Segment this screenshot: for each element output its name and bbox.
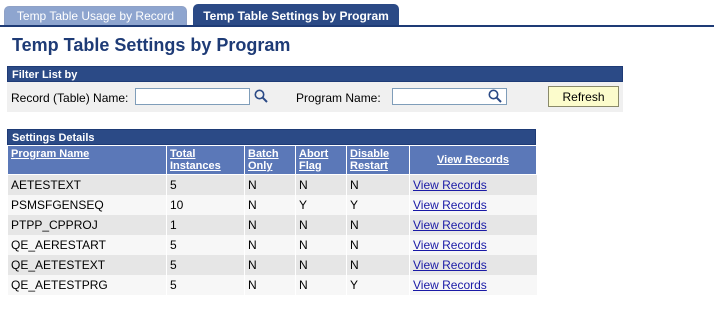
tab-temp-table-settings-by-program[interactable]: Temp Table Settings by Program [193, 4, 399, 26]
tab-temp-table-usage-by-record[interactable]: Temp Table Usage by Record [4, 6, 187, 25]
program-name-cell: PSMSFGENSEQ [7, 195, 167, 215]
col-batch-only-link[interactable]: Batch Only [248, 148, 279, 172]
batch-only-cell: N [244, 195, 296, 215]
abort-flag-cell: N [295, 275, 347, 295]
view-records-link[interactable]: View Records [413, 198, 487, 212]
col-view-records-link[interactable]: View Records [437, 154, 509, 166]
program-name-cell: QE_AERESTART [7, 235, 167, 255]
total-instances-cell: 5 [166, 235, 245, 255]
abort-flag-cell: N [295, 215, 347, 235]
page-title: Temp Table Settings by Program [12, 35, 291, 55]
batch-only-cell: N [244, 235, 296, 255]
col-total-instances[interactable]: Total Instances [166, 145, 245, 175]
total-instances-cell: 5 [166, 174, 245, 195]
filter-header: Filter List by [7, 66, 623, 82]
total-instances-cell: 5 [166, 275, 245, 295]
view-records-link[interactable]: View Records [413, 238, 487, 252]
table-header-row: Program Name Total Instances Batch Only … [7, 145, 537, 175]
filter-panel: Filter List by Record (Table) Name: Prog… [7, 66, 623, 112]
col-batch-only[interactable]: Batch Only [244, 145, 296, 175]
program-name-cell: PTPP_CPPROJ [7, 215, 167, 235]
total-instances-cell: 1 [166, 215, 245, 235]
settings-table: Program Name Total Instances Batch Only … [7, 145, 537, 295]
col-program-name-link[interactable]: Program Name [11, 148, 89, 160]
filter-row: Record (Table) Name: Program Name: Refre… [7, 82, 623, 112]
view-records-cell: View Records [409, 195, 537, 215]
view-records-link[interactable]: View Records [413, 178, 487, 192]
view-records-cell: View Records [409, 235, 537, 255]
table-row: QE_AETESTEXT 5 N N N View Records [7, 255, 537, 275]
batch-only-cell: N [244, 174, 296, 195]
disable-restart-cell: N [346, 174, 410, 195]
col-disable-restart[interactable]: Disable Restart [346, 145, 410, 175]
abort-flag-cell: Y [295, 195, 347, 215]
view-records-cell: View Records [409, 215, 537, 235]
batch-only-cell: N [244, 215, 296, 235]
disable-restart-cell: N [346, 255, 410, 275]
view-records-cell: View Records [409, 174, 537, 195]
col-program-name[interactable]: Program Name [7, 145, 167, 175]
col-abort-flag-link[interactable]: Abort Flag [299, 148, 328, 172]
table-row: AETESTEXT 5 N N N View Records [7, 174, 537, 195]
disable-restart-cell: Y [346, 195, 410, 215]
col-total-instances-link[interactable]: Total Instances [170, 148, 221, 172]
view-records-link[interactable]: View Records [413, 278, 487, 292]
view-records-link[interactable]: View Records [413, 218, 487, 232]
view-records-cell: View Records [409, 275, 537, 295]
tab-baseline [0, 25, 714, 27]
col-disable-restart-link[interactable]: Disable Restart [350, 148, 389, 172]
program-name-cell: AETESTEXT [7, 174, 167, 195]
table-row: QE_AERESTART 5 N N N View Records [7, 235, 537, 255]
table-row: PTPP_CPPROJ 1 N N N View Records [7, 215, 537, 235]
table-row: QE_AETESTPRG 5 N N Y View Records [7, 275, 537, 295]
view-records-link[interactable]: View Records [413, 258, 487, 272]
col-abort-flag[interactable]: Abort Flag [295, 145, 347, 175]
program-lookup-icon[interactable] [487, 88, 503, 104]
settings-details-grid: Settings Details Program Name Total Inst… [7, 129, 537, 295]
program-name-cell: QE_AETESTPRG [7, 275, 167, 295]
col-view-records[interactable]: View Records [409, 145, 537, 175]
disable-restart-cell: N [346, 235, 410, 255]
abort-flag-cell: N [295, 235, 347, 255]
abort-flag-cell: N [295, 255, 347, 275]
tab-bar: Temp Table Usage by Record Temp Table Se… [0, 4, 714, 27]
disable-restart-cell: Y [346, 275, 410, 295]
record-name-input[interactable] [135, 88, 250, 105]
total-instances-cell: 5 [166, 255, 245, 275]
batch-only-cell: N [244, 255, 296, 275]
batch-only-cell: N [244, 275, 296, 295]
record-name-label: Record (Table) Name: [11, 91, 129, 105]
view-records-cell: View Records [409, 255, 537, 275]
program-name-label: Program Name: [296, 91, 381, 105]
settings-header: Settings Details [7, 129, 536, 145]
table-row: PSMSFGENSEQ 10 N Y Y View Records [7, 195, 537, 215]
total-instances-cell: 10 [166, 195, 245, 215]
disable-restart-cell: N [346, 215, 410, 235]
record-lookup-icon[interactable] [253, 88, 269, 104]
program-name-cell: QE_AETESTEXT [7, 255, 167, 275]
abort-flag-cell: N [295, 174, 347, 195]
refresh-button[interactable]: Refresh [548, 86, 619, 107]
